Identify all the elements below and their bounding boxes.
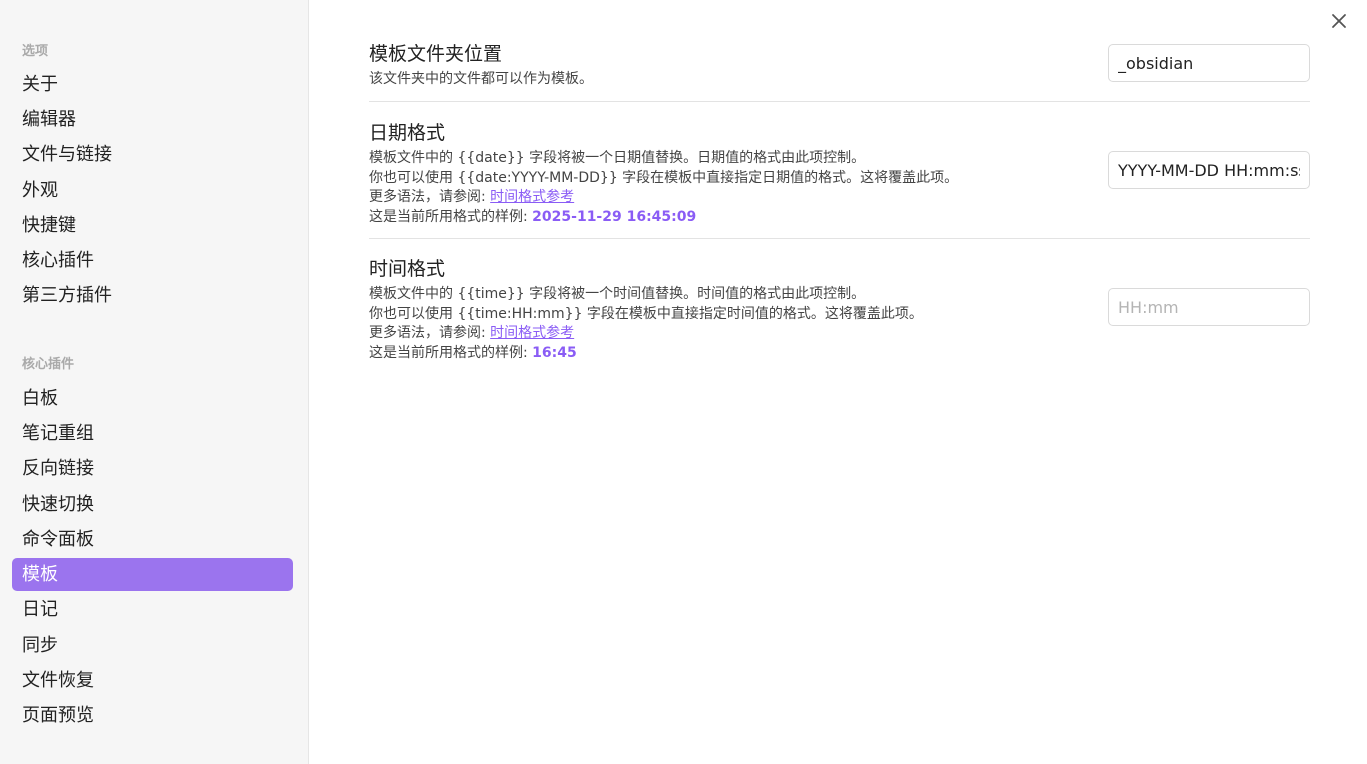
time-desc-line3: 更多语法，请参阅: 时间格式参考	[369, 324, 1310, 344]
sidebar-item-hotkeys[interactable]: 快捷键	[12, 209, 293, 242]
sidebar-heading-options: 选项	[22, 44, 49, 59]
date-sample-label: 这是当前所用格式的样例:	[369, 208, 533, 225]
date-sample-value: 2025-11-29 16:45:09	[532, 208, 697, 225]
divider	[369, 238, 1310, 239]
sidebar-item-files-links[interactable]: 文件与链接	[12, 138, 293, 171]
time-desc-line4: 这是当前所用格式的样例: 16:45	[369, 344, 1310, 364]
time-format-reference-link[interactable]: 时间格式参考	[490, 325, 574, 341]
time-sample-value: 16:45	[532, 344, 577, 361]
sidebar-heading-core-plugins: 核心插件	[22, 357, 75, 372]
sidebar-item-note-composer[interactable]: 笔记重组	[12, 417, 293, 450]
date-format-input[interactable]	[1108, 151, 1310, 189]
time-sample-label: 这是当前所用格式的样例:	[369, 344, 533, 361]
sidebar-item-backlinks[interactable]: 反向链接	[12, 452, 293, 485]
sidebar-item-templates[interactable]: 模板	[12, 558, 293, 591]
date-desc-line4: 这是当前所用格式的样例: 2025-11-29 16:45:09	[369, 208, 1310, 228]
sidebar-item-editor[interactable]: 编辑器	[12, 103, 293, 136]
settings-sidebar: 选项 关于 编辑器 文件与链接 外观 快捷键 核心插件 第三方插件 核心插件 白…	[0, 0, 309, 764]
sidebar-item-quick-switcher[interactable]: 快速切换	[12, 488, 293, 521]
sidebar-item-community-plugins[interactable]: 第三方插件	[12, 279, 293, 312]
sidebar-item-command-palette[interactable]: 命令面板	[12, 523, 293, 556]
date-desc-more-syntax: 更多语法，请参阅:	[369, 189, 491, 205]
setting-title-time-format: 时间格式	[369, 258, 446, 280]
sidebar-item-sync[interactable]: 同步	[12, 629, 293, 662]
close-icon[interactable]	[1328, 10, 1350, 32]
template-folder-input[interactable]	[1108, 44, 1310, 82]
sidebar-item-page-preview[interactable]: 页面预览	[12, 699, 293, 732]
sidebar-item-appearance[interactable]: 外观	[12, 174, 293, 207]
time-desc-more-syntax: 更多语法，请参阅:	[369, 325, 491, 341]
time-format-input[interactable]	[1108, 288, 1310, 326]
sidebar-item-daily-notes[interactable]: 日记	[12, 593, 293, 626]
sidebar-item-file-recovery[interactable]: 文件恢复	[12, 664, 293, 697]
divider	[369, 101, 1310, 102]
setting-title-date-format: 日期格式	[369, 122, 446, 144]
sidebar-item-canvas[interactable]: 白板	[12, 382, 293, 415]
sidebar-item-about[interactable]: 关于	[12, 68, 293, 101]
sidebar-item-core-plugins[interactable]: 核心插件	[12, 244, 293, 277]
date-format-reference-link[interactable]: 时间格式参考	[490, 189, 574, 205]
date-desc-line3: 更多语法，请参阅: 时间格式参考	[369, 188, 1310, 208]
